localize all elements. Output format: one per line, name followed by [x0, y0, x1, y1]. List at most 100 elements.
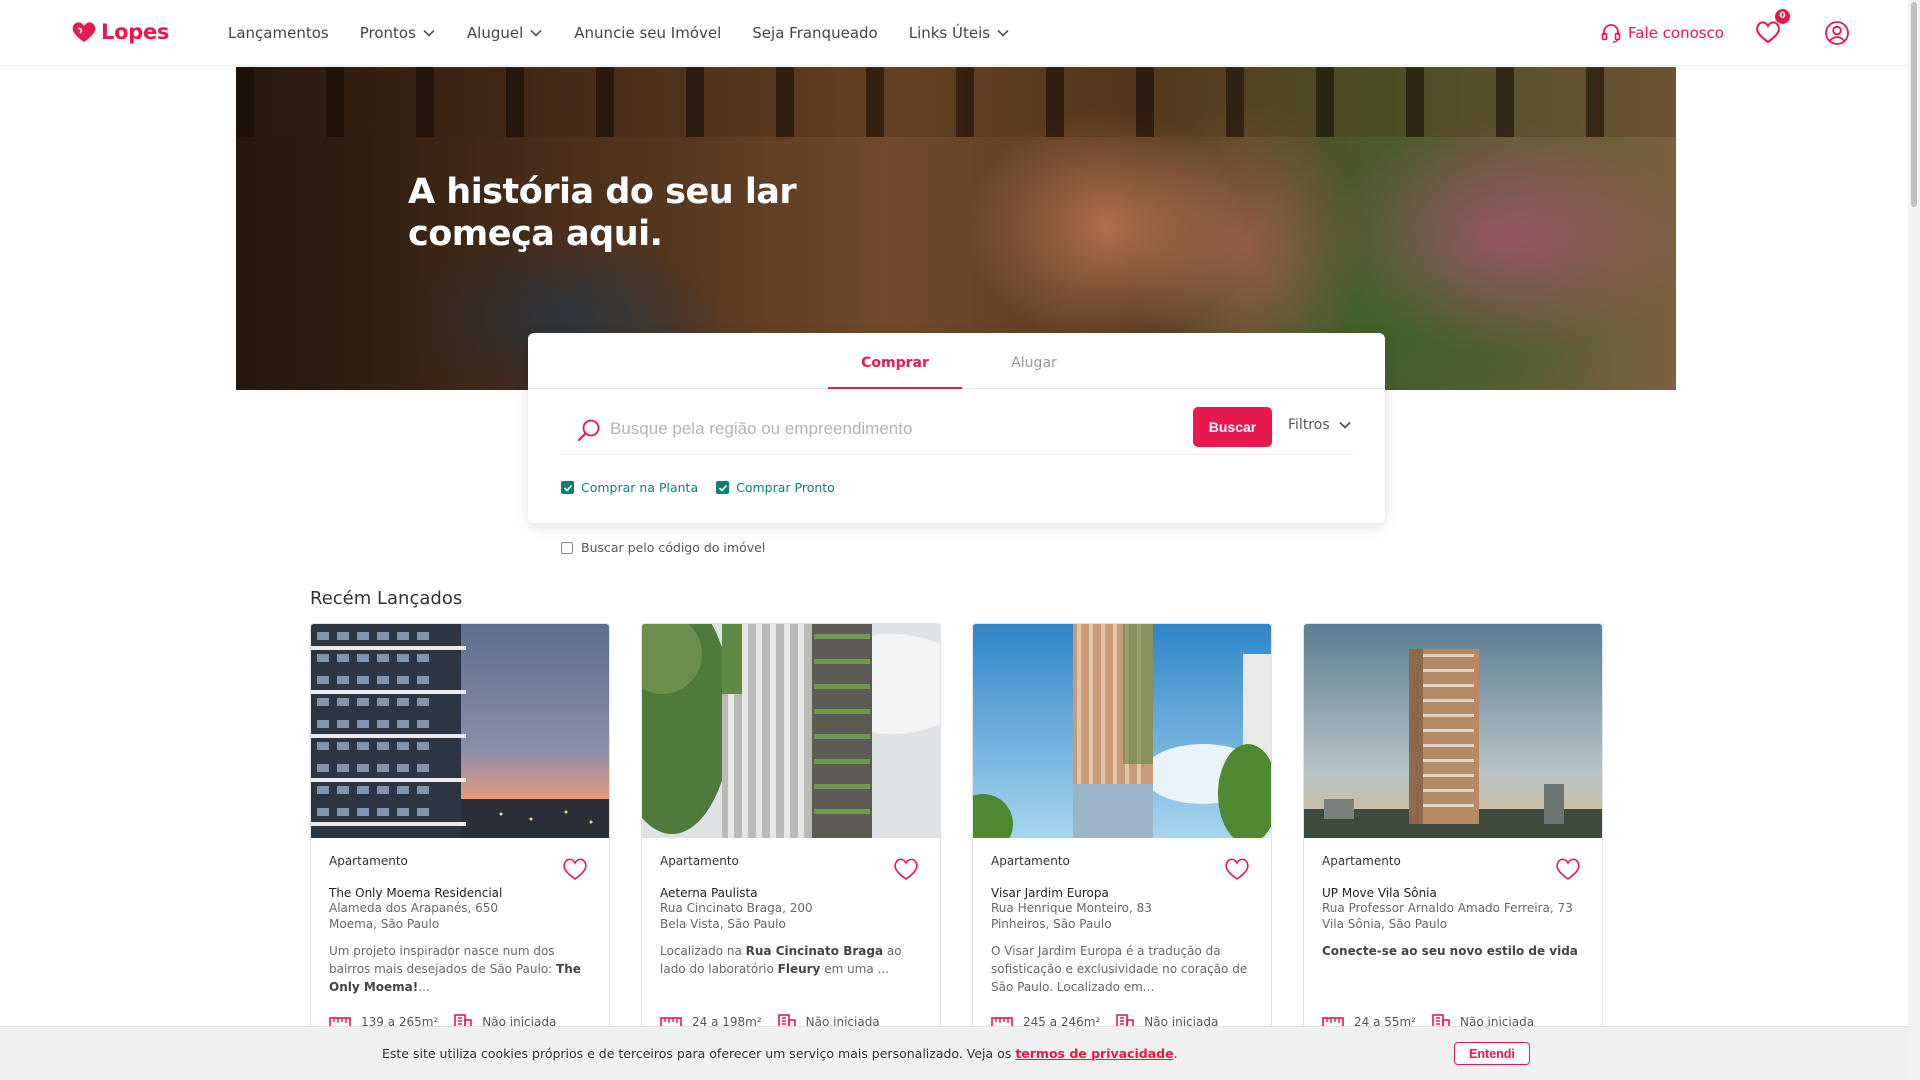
- account-button[interactable]: [1824, 20, 1850, 46]
- chevron-down-icon: [423, 29, 435, 37]
- card-body: Apartamento The Only Moema Residencial A…: [329, 854, 599, 996]
- nav-anuncie[interactable]: Anuncie seu Imóvel: [574, 24, 721, 42]
- accept-cookies-button[interactable]: Entendi: [1454, 1042, 1530, 1065]
- property-type: Apartamento: [991, 854, 1070, 868]
- filters-label: Filtros: [1288, 417, 1330, 433]
- nav-franqueado[interactable]: Seja Franqueado: [752, 24, 877, 42]
- property-address: Rua Professor Arnaldo Amado Ferreira, 73: [1322, 901, 1573, 915]
- logo-text: Lopes: [101, 20, 170, 44]
- chevron-down-icon: [997, 29, 1009, 37]
- property-address: Rua Cincinato Braga, 200: [660, 901, 813, 915]
- building-photo: [973, 624, 1271, 838]
- desc-text: Localizado na: [660, 944, 746, 958]
- property-type: Apartamento: [329, 854, 408, 868]
- desc-text: em uma ...: [820, 962, 889, 976]
- property-type: Apartamento: [1322, 854, 1401, 868]
- nav-label: Aluguel: [466, 24, 524, 42]
- property-card[interactable]: Apartamento Aeterna Paulista Rua Cincina…: [641, 623, 941, 1043]
- purchase-type-checks: Comprar na Planta Comprar Pronto: [561, 480, 835, 495]
- user-circle-icon: [1825, 21, 1849, 45]
- property-name[interactable]: UP Move Vila Sônia: [1322, 886, 1592, 900]
- check-icon: [563, 484, 572, 492]
- building-photo: [642, 624, 940, 838]
- code-search-label: Buscar pelo código do imóvel: [581, 540, 766, 555]
- property-description: Um projeto inspirador nasce num dos bair…: [329, 942, 591, 996]
- property-card[interactable]: Apartamento UP Move Vila Sônia Rua Profe…: [1303, 623, 1603, 1043]
- property-card[interactable]: Apartamento Visar Jardim Europa Rua Henr…: [972, 623, 1272, 1043]
- heart-logo-icon: [72, 22, 96, 42]
- search-icon: [577, 419, 600, 442]
- code-search-toggle[interactable]: Buscar pelo código do imóvel: [561, 540, 765, 555]
- nav-lancamentos[interactable]: Lançamentos: [228, 24, 329, 42]
- property-name[interactable]: Visar Jardim Europa: [991, 886, 1261, 900]
- property-image[interactable]: [973, 624, 1271, 838]
- contact-link[interactable]: Fale conosco: [1600, 22, 1724, 44]
- desc-bold: Fleury: [777, 962, 821, 976]
- property-address: Alameda dos Arapanés, 650: [329, 901, 499, 915]
- property-district: Bela Vista, São Paulo: [660, 917, 786, 931]
- desc-bold: Conecte-se ao seu novo estilo de vida: [1322, 944, 1578, 958]
- cookie-message: Este site utiliza cookies próprios e de …: [382, 1046, 1178, 1061]
- building-photo: [1304, 624, 1602, 838]
- property-district: Moema, São Paulo: [329, 917, 440, 931]
- property-image[interactable]: [1304, 624, 1602, 838]
- section-title: Recém Lançados: [310, 588, 463, 609]
- checkbox-checked[interactable]: [716, 481, 730, 494]
- chevron-down-icon: [530, 29, 542, 37]
- chevron-down-icon: [1338, 421, 1351, 429]
- property-type: Apartamento: [660, 854, 739, 868]
- check-label: Comprar Pronto: [736, 480, 835, 495]
- tab-alugar[interactable]: Alugar: [967, 333, 1101, 389]
- scrollbar-thumb[interactable]: [1911, 2, 1917, 207]
- property-image[interactable]: [311, 624, 609, 838]
- card-body: Apartamento Visar Jardim Europa Rua Henr…: [991, 854, 1261, 996]
- card-body: Apartamento Aeterna Paulista Rua Cincina…: [660, 854, 930, 978]
- page-scrollbar[interactable]: [1908, 0, 1920, 1080]
- search-input[interactable]: [610, 413, 1160, 445]
- card-body: Apartamento UP Move Vila Sônia Rua Profe…: [1322, 854, 1592, 960]
- nav-prontos[interactable]: Prontos: [360, 24, 436, 42]
- favorites-count-badge: 0: [1775, 9, 1790, 24]
- property-card[interactable]: Apartamento The Only Moema Residencial A…: [310, 623, 610, 1043]
- nav-label: Seja Franqueado: [752, 24, 878, 42]
- nav-label: Lançamentos: [228, 24, 329, 42]
- property-image[interactable]: [642, 624, 940, 838]
- search-panel: Comprar Alugar Buscar Filtros Comprar na…: [528, 333, 1385, 523]
- check-comprar-pronto[interactable]: Comprar Pronto: [716, 480, 835, 495]
- desc-bold: Rua Cincinato Braga: [745, 944, 884, 958]
- nav-aluguel[interactable]: Aluguel: [467, 24, 543, 42]
- checkbox-unchecked[interactable]: [561, 541, 573, 554]
- header-actions: Fale conosco 0: [1600, 0, 1850, 66]
- main-nav: Lançamentos Prontos Aluguel Anuncie seu …: [228, 0, 1041, 66]
- property-name[interactable]: Aeterna Paulista: [660, 886, 930, 900]
- nav-label: Prontos: [359, 24, 416, 42]
- search-row: Buscar Filtros: [560, 403, 1353, 455]
- property-description: Conecte-se ao seu novo estilo de vida: [1322, 942, 1584, 960]
- desc-text: ...: [418, 980, 430, 994]
- property-description: O Visar Jardim Europa é a tradução da so…: [991, 944, 1248, 994]
- nav-label: Anuncie seu Imóvel: [574, 24, 722, 42]
- favorites-button[interactable]: 0: [1754, 9, 1790, 47]
- property-district: Pinheiros, São Paulo: [991, 917, 1112, 931]
- check-comprar-planta[interactable]: Comprar na Planta: [561, 480, 698, 495]
- hero-title: A história do seu lar começa aqui.: [408, 172, 797, 254]
- property-description: Localizado na Rua Cincinato Braga ao lad…: [660, 942, 922, 978]
- headset-icon: [1601, 24, 1621, 43]
- privacy-terms-link[interactable]: termos de privacidade: [1015, 1046, 1173, 1061]
- building-photo: [311, 624, 609, 838]
- property-name[interactable]: The Only Moema Residencial: [329, 886, 599, 900]
- check-icon: [718, 484, 727, 492]
- nav-label: Links Úteis: [908, 24, 991, 42]
- logo[interactable]: Lopes: [71, 20, 169, 44]
- desc-text: Um projeto inspirador nasce num dos bair…: [329, 944, 557, 976]
- tab-comprar[interactable]: Comprar: [828, 333, 962, 389]
- filters-dropdown[interactable]: Filtros: [1288, 417, 1352, 433]
- checkbox-checked[interactable]: [561, 481, 574, 494]
- cookie-suffix: .: [1173, 1046, 1178, 1061]
- search-button[interactable]: Buscar: [1193, 407, 1272, 447]
- property-district: Vila Sônia, São Paulo: [1322, 917, 1448, 931]
- check-label: Comprar na Planta: [581, 480, 699, 495]
- cookie-text: Este site utiliza cookies próprios e de …: [382, 1046, 1016, 1061]
- cookie-banner: Este site utiliza cookies próprios e de …: [0, 1026, 1908, 1080]
- nav-links-uteis[interactable]: Links Úteis: [909, 24, 1010, 42]
